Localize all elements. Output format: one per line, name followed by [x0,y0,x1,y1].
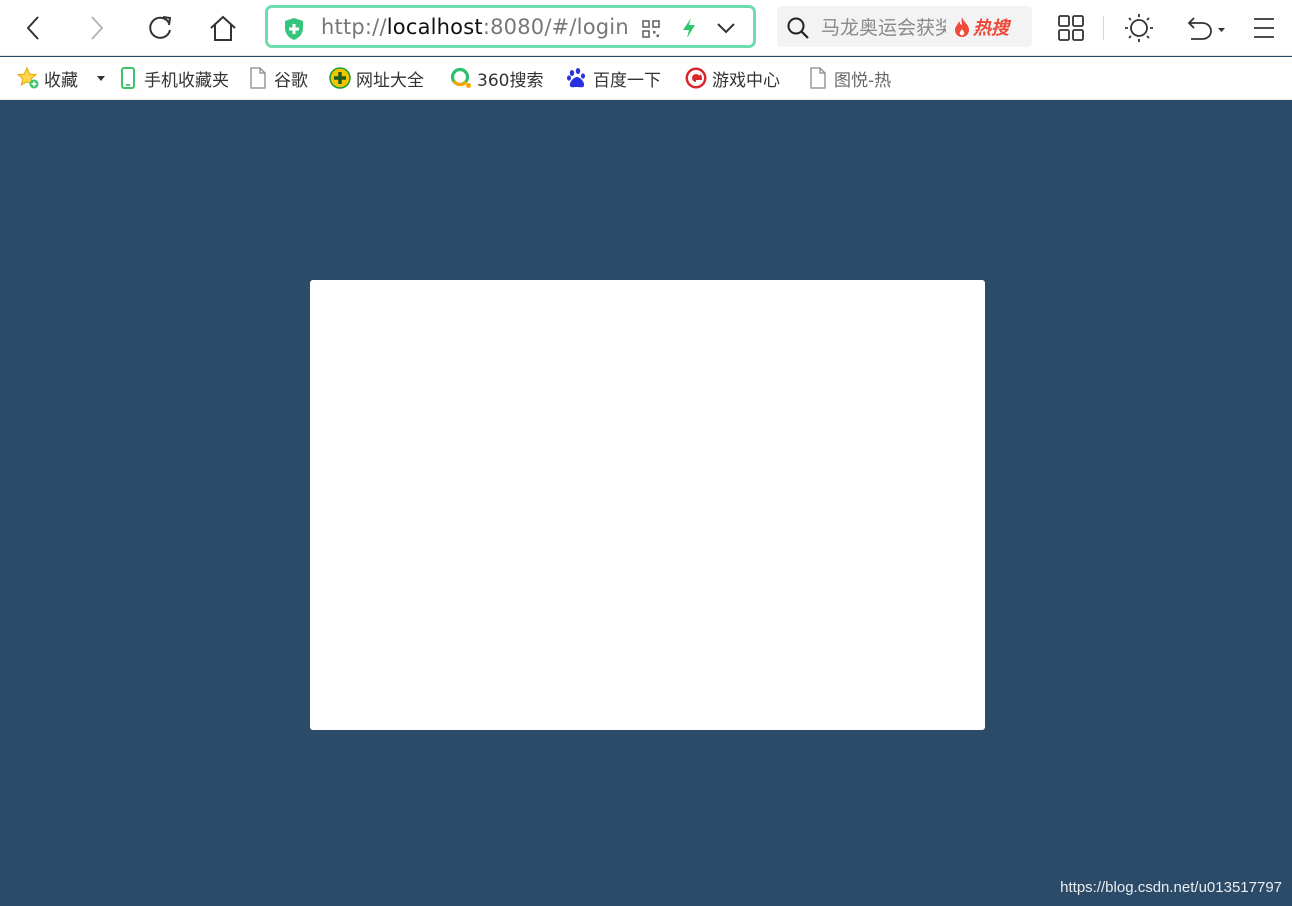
reload-icon [149,16,172,39]
game-center-icon [685,67,707,89]
bookmark-site-nav[interactable]: 网址大全 [329,57,424,99]
bookmark-label: 网址大全 [356,70,424,91]
search-box[interactable]: 马龙奥运会获奖 热搜 [777,6,1032,47]
url-scheme: http:// [321,15,387,39]
hamburger-menu-icon [1254,18,1274,38]
flame-icon [955,17,969,37]
undo-close-tab-button[interactable] [1178,8,1230,48]
url-text[interactable]: http://localhost:8080/#/login [321,15,629,39]
undo-icon [1187,17,1225,40]
brightness-button[interactable] [1119,8,1159,48]
bookmark-mobile[interactable]: 手机收藏夹 [117,57,229,99]
url-host: localhost [386,15,483,39]
watermark-text: https://blog.csdn.net/u013517797 [1060,879,1282,896]
search-icon [787,17,809,39]
page-icon [807,67,829,89]
bookmark-label: 收藏 [44,70,78,91]
bookmark-label: 谷歌 [274,70,308,91]
forward-button[interactable] [76,8,116,48]
caret-down-icon[interactable] [96,73,106,83]
sun-icon [1125,14,1153,42]
bookmark-label: 游戏中心 [712,70,780,91]
bookmark-google[interactable]: 谷歌 [247,57,308,99]
star-icon [17,67,39,89]
site-nav-icon [329,67,351,89]
hot-search-label: 热搜 [973,18,1009,39]
bookmark-game-center[interactable]: 游戏中心 [685,57,780,99]
bookmark-label: 360搜索 [477,70,544,91]
bookmark-baidu[interactable]: 百度一下 [566,57,661,99]
security-shield-icon [285,18,303,40]
chevron-down-icon[interactable] [715,20,737,36]
bookmark-label: 百度一下 [593,70,661,91]
qr-code-icon[interactable] [642,20,660,38]
bookmarks-bar: 收藏 手机收藏夹 谷歌 网址大全 360搜索 百度一下 游戏中心 图悦-热 [0,57,1292,100]
phone-icon [117,67,139,89]
toolbar-divider [1103,16,1104,40]
search-placeholder: 马龙奥运会获奖 [821,17,946,39]
360-search-icon [450,67,472,89]
home-icon [210,15,236,41]
browser-toolbar: http://localhost:8080/#/login 马龙奥运会获奖 热搜 [0,0,1292,56]
bookmark-360-search[interactable]: 360搜索 [450,57,543,99]
chevron-left-icon [26,16,39,40]
address-bar[interactable]: http://localhost:8080/#/login [265,5,756,48]
bookmark-label: 图悦-热 [834,70,892,91]
reload-button[interactable] [140,8,180,48]
menu-button[interactable] [1244,8,1284,48]
bookmark-tuyue[interactable]: 图悦-热 [807,57,897,99]
grid-icon [1058,15,1084,41]
apps-button[interactable] [1051,8,1091,48]
baidu-paw-icon [566,67,588,89]
back-button[interactable] [14,8,54,48]
chevron-right-icon [91,16,104,40]
home-button[interactable] [203,8,243,48]
page-icon [247,67,269,89]
url-path: :8080/#/login [482,15,629,39]
hot-search-badge[interactable]: 热搜 [953,14,1009,40]
lightning-bolt-icon[interactable] [681,17,697,39]
bookmark-label: 手机收藏夹 [144,70,229,91]
bookmark-favorites[interactable]: 收藏 [17,57,78,99]
login-card [310,280,985,730]
